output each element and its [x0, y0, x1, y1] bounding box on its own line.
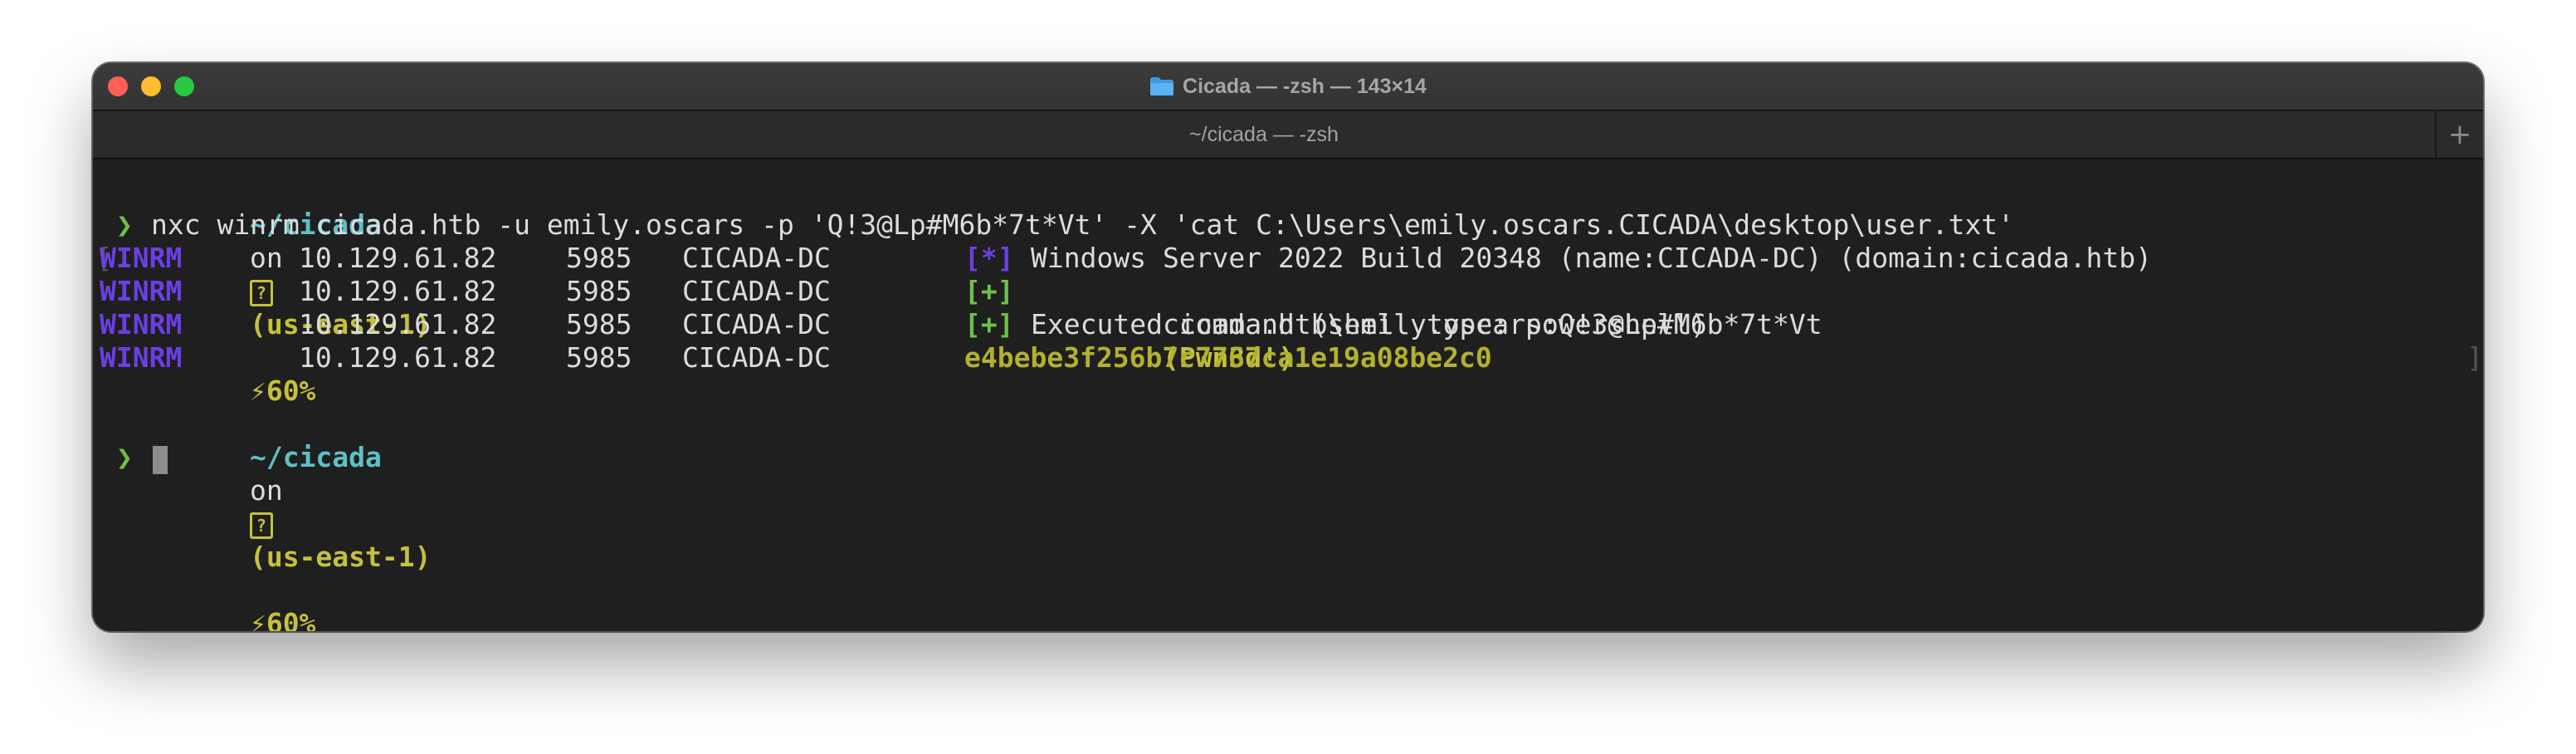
ip-address: 10.129.61.82 [299, 308, 497, 340]
ip-address: 10.129.61.82 [299, 242, 497, 274]
output-message: Executed command (shell type: powershell… [1031, 308, 1707, 340]
command-line: [ ❯ nxc winrm cicada.htb -u emily.oscars… [93, 208, 2483, 374]
title-bar[interactable]: Cicada — -zsh — 143×14 [93, 63, 2483, 111]
prompt-on: on [249, 474, 283, 507]
unknown-icon: ? [249, 512, 273, 539]
tab-zsh[interactable]: ~/cicada — -zsh [93, 111, 2435, 158]
output-row: WINRM 10.129.61.82 5985 CICADA-DC [+] ci… [93, 275, 2483, 374]
protocol: WINRM [100, 242, 183, 274]
success-marker: [+] [964, 308, 1014, 340]
tab-bar: ~/cicada — -zsh + [93, 111, 2483, 159]
battery-indicator: ⚡60% [249, 375, 316, 407]
prompt-chevron: ❯ [116, 208, 133, 241]
port: 5985 [566, 341, 632, 374]
battery-indicator: ⚡60% [249, 607, 316, 631]
window-title-container: Cicada — -zsh — 143×14 [93, 63, 2483, 110]
folder-icon [1149, 76, 1174, 96]
hostname: CICADA-DC [682, 242, 831, 274]
protocol: WINRM [100, 308, 183, 340]
prompt-line: ~/cicada on ? (us-east-1) ⚡60% [93, 175, 432, 407]
port: 5985 [566, 275, 632, 307]
window-title: Cicada — -zsh — 143×14 [1183, 74, 1427, 98]
prompt-line: ~/cicada on ? (us-east-1) ⚡60% [93, 408, 432, 631]
output-row: WINRM 10.129.61.82 5985 CICADA-DC e4bebe… [93, 341, 2483, 375]
success-marker: [+] [964, 275, 1014, 307]
prompt-region: (us-east-1) [249, 541, 432, 573]
ip-address: 10.129.61.82 [299, 275, 497, 307]
prompt-chevron: ❯ [116, 441, 133, 473]
input-line[interactable]: ❯ [93, 441, 2483, 474]
text-cursor [153, 446, 168, 474]
hostname: CICADA-DC [682, 275, 831, 307]
tab-label: ~/cicada — -zsh [1189, 122, 1339, 146]
info-marker: [*] [964, 242, 1014, 274]
terminal-content[interactable]: ~/cicada on ? (us-east-1) ⚡60% [ ❯ nxc w… [93, 159, 2483, 631]
output-row: WINRM 10.129.61.82 5985 CICADA-DC [*] Wi… [93, 242, 2483, 275]
hostname: CICADA-DC [682, 341, 831, 374]
protocol: WINRM [100, 341, 183, 374]
protocol: WINRM [100, 275, 183, 307]
command-text: nxc winrm cicada.htb -u emily.oscars -p … [151, 208, 2015, 241]
ip-address: 10.129.61.82 [299, 341, 497, 374]
output-row: WINRM 10.129.61.82 5985 CICADA-DC [+] Ex… [93, 308, 2483, 341]
hostname: CICADA-DC [682, 308, 831, 340]
port: 5985 [566, 242, 632, 274]
flag-hash: e4bebe3f256b7c7767ca1e19a08be2c0 [964, 341, 1492, 374]
port: 5985 [566, 308, 632, 340]
terminal-window: Cicada — -zsh — 143×14 ~/cicada — -zsh +… [93, 63, 2483, 631]
output-message: Windows Server 2022 Build 20348 (name:CI… [1031, 242, 2153, 274]
new-tab-button[interactable]: + [2435, 111, 2483, 158]
